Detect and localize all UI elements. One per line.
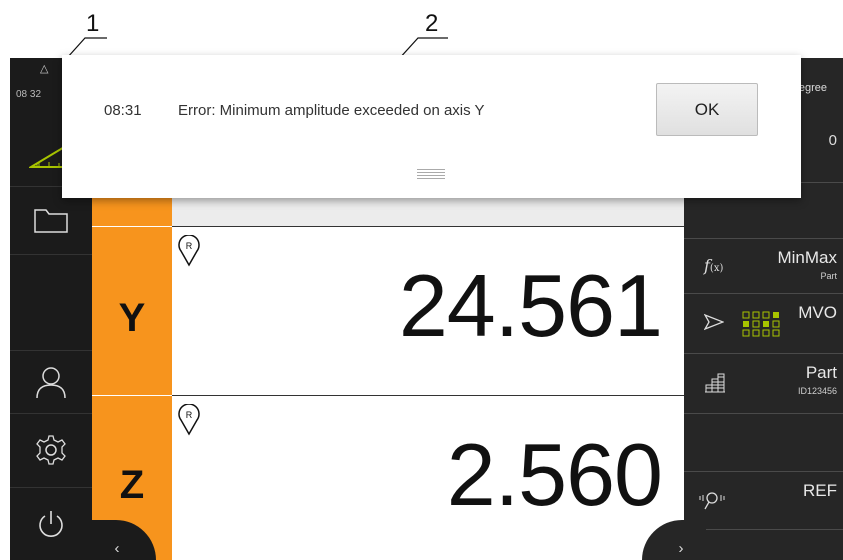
settings-icon [36, 435, 66, 465]
function-item-label: REF [803, 481, 837, 500]
function-item-label: Part [805, 363, 837, 382]
function-item-mvo[interactable]: MVO [684, 293, 843, 354]
reference-marker-label: R [186, 241, 193, 251]
power-icon [39, 510, 63, 537]
status-time: 08 32 [16, 89, 42, 100]
axis-label: Y [118, 295, 146, 340]
axis-row-shade [172, 198, 684, 226]
sidebar-item-settings[interactable] [10, 413, 92, 488]
folder-icon [34, 209, 68, 233]
function-item-sublabel: ID123456 [797, 386, 837, 396]
reference-marker-icon: R [178, 235, 200, 267]
chevron-right-icon: › [678, 540, 684, 557]
function-item-sublabel: Part [820, 271, 837, 281]
axis-tab-y[interactable]: Y [92, 227, 172, 395]
unit-value: 0 [828, 132, 837, 149]
function-item-part[interactable]: Part ID123456 [684, 353, 843, 414]
unit-label: egree [798, 82, 827, 94]
message-text: Error: Minimum amplitude exceeded on axi… [178, 102, 485, 119]
axis-row-y[interactable]: Y R 24.561 [92, 227, 684, 395]
dot-grid-icon [742, 311, 780, 337]
function-item-label: MinMax [777, 248, 837, 267]
drag-handle[interactable] [417, 169, 445, 181]
axis-label: Z [119, 462, 145, 507]
function-item-ref[interactable]: REF [684, 471, 843, 530]
chevron-left-icon: ‹ [114, 540, 120, 557]
user-icon [36, 366, 66, 398]
reference-marker-icon: R [178, 404, 200, 436]
axis-position-value: 24.561 [398, 256, 663, 355]
function-icon: f(x) [704, 256, 724, 275]
ok-button[interactable]: OK [656, 83, 758, 136]
function-item-minmax[interactable]: f(x) MinMax Part [684, 238, 843, 294]
reference-marker-label: R [186, 410, 193, 420]
probe-icon [699, 492, 725, 510]
sidebar-item-user[interactable] [10, 350, 92, 414]
function-item-empty [684, 413, 843, 472]
warning-triangle-icon: △ [40, 63, 49, 75]
sidebar-item-empty [10, 254, 92, 351]
part-grid-icon [705, 373, 725, 393]
send-icon [704, 313, 724, 331]
message-dialog: 08:31 Error: Minimum amplitude exceeded … [62, 55, 801, 198]
axis-row-z[interactable]: Z R 2.560 [92, 396, 684, 560]
message-time: 08:31 [104, 102, 142, 119]
axis-position-value: 2.560 [446, 425, 663, 524]
sidebar-item-power[interactable] [10, 487, 92, 560]
function-item-label: MVO [798, 303, 837, 322]
